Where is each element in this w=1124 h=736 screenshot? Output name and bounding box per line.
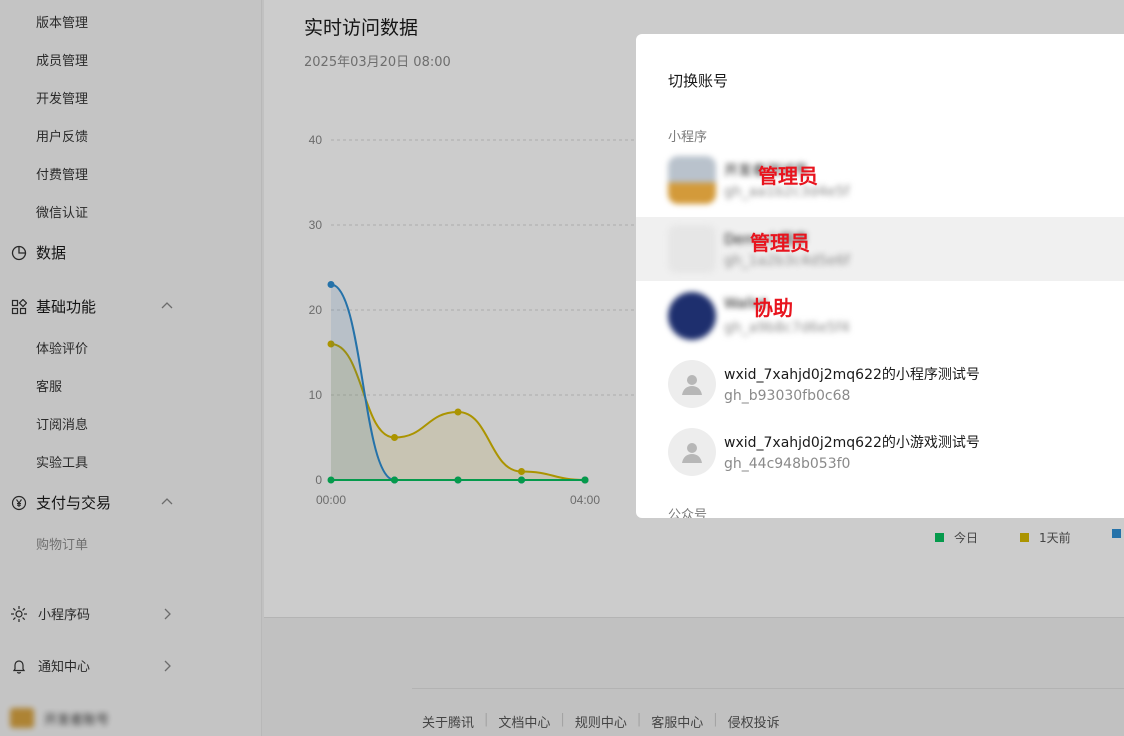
account-item[interactable]: Wallet gh_a9b8c7d6e5f4 协助 (636, 284, 1124, 348)
section-label-official: 公众号 (668, 508, 708, 518)
account-avatar (668, 292, 716, 340)
role-label: 管理员 (758, 164, 818, 188)
account-name: wxid_7xahjd0j2mq622的小程序测试号 (724, 367, 980, 383)
account-id: gh_44c948b053f0 (724, 456, 851, 472)
role-label: 协助 (753, 296, 793, 320)
account-avatar (668, 156, 716, 204)
account-id: gh_b93030fb0c68 (724, 388, 851, 404)
default-avatar-icon (668, 360, 716, 408)
account-item[interactable]: wxid_7xahjd0j2mq622的小程序测试号 gh_b93030fb0c… (636, 352, 1124, 416)
account-id: gh_a9b8c7d6e5f4 (724, 320, 850, 336)
switch-account-dialog: 切换账号 小程序 开发者测试号 gh_aa1b2c3d4e5f 管理员 Demo… (636, 34, 1124, 518)
account-name: wxid_7xahjd0j2mq622的小游戏测试号 (724, 435, 980, 451)
dialog-title: 切换账号 (668, 72, 729, 90)
role-label: 管理员 (750, 231, 810, 255)
section-label-miniprogram: 小程序 (668, 130, 708, 145)
account-avatar (668, 225, 716, 273)
account-item[interactable]: wxid_7xahjd0j2mq622的小游戏测试号 gh_44c948b053… (636, 420, 1124, 484)
default-avatar-icon (668, 428, 716, 476)
account-item[interactable]: 开发者测试号 gh_aa1b2c3d4e5f 管理员 (636, 148, 1124, 212)
account-item-highlighted[interactable]: Demo小程序 gh_1a2b3c4d5e6f 管理员 (636, 217, 1124, 281)
